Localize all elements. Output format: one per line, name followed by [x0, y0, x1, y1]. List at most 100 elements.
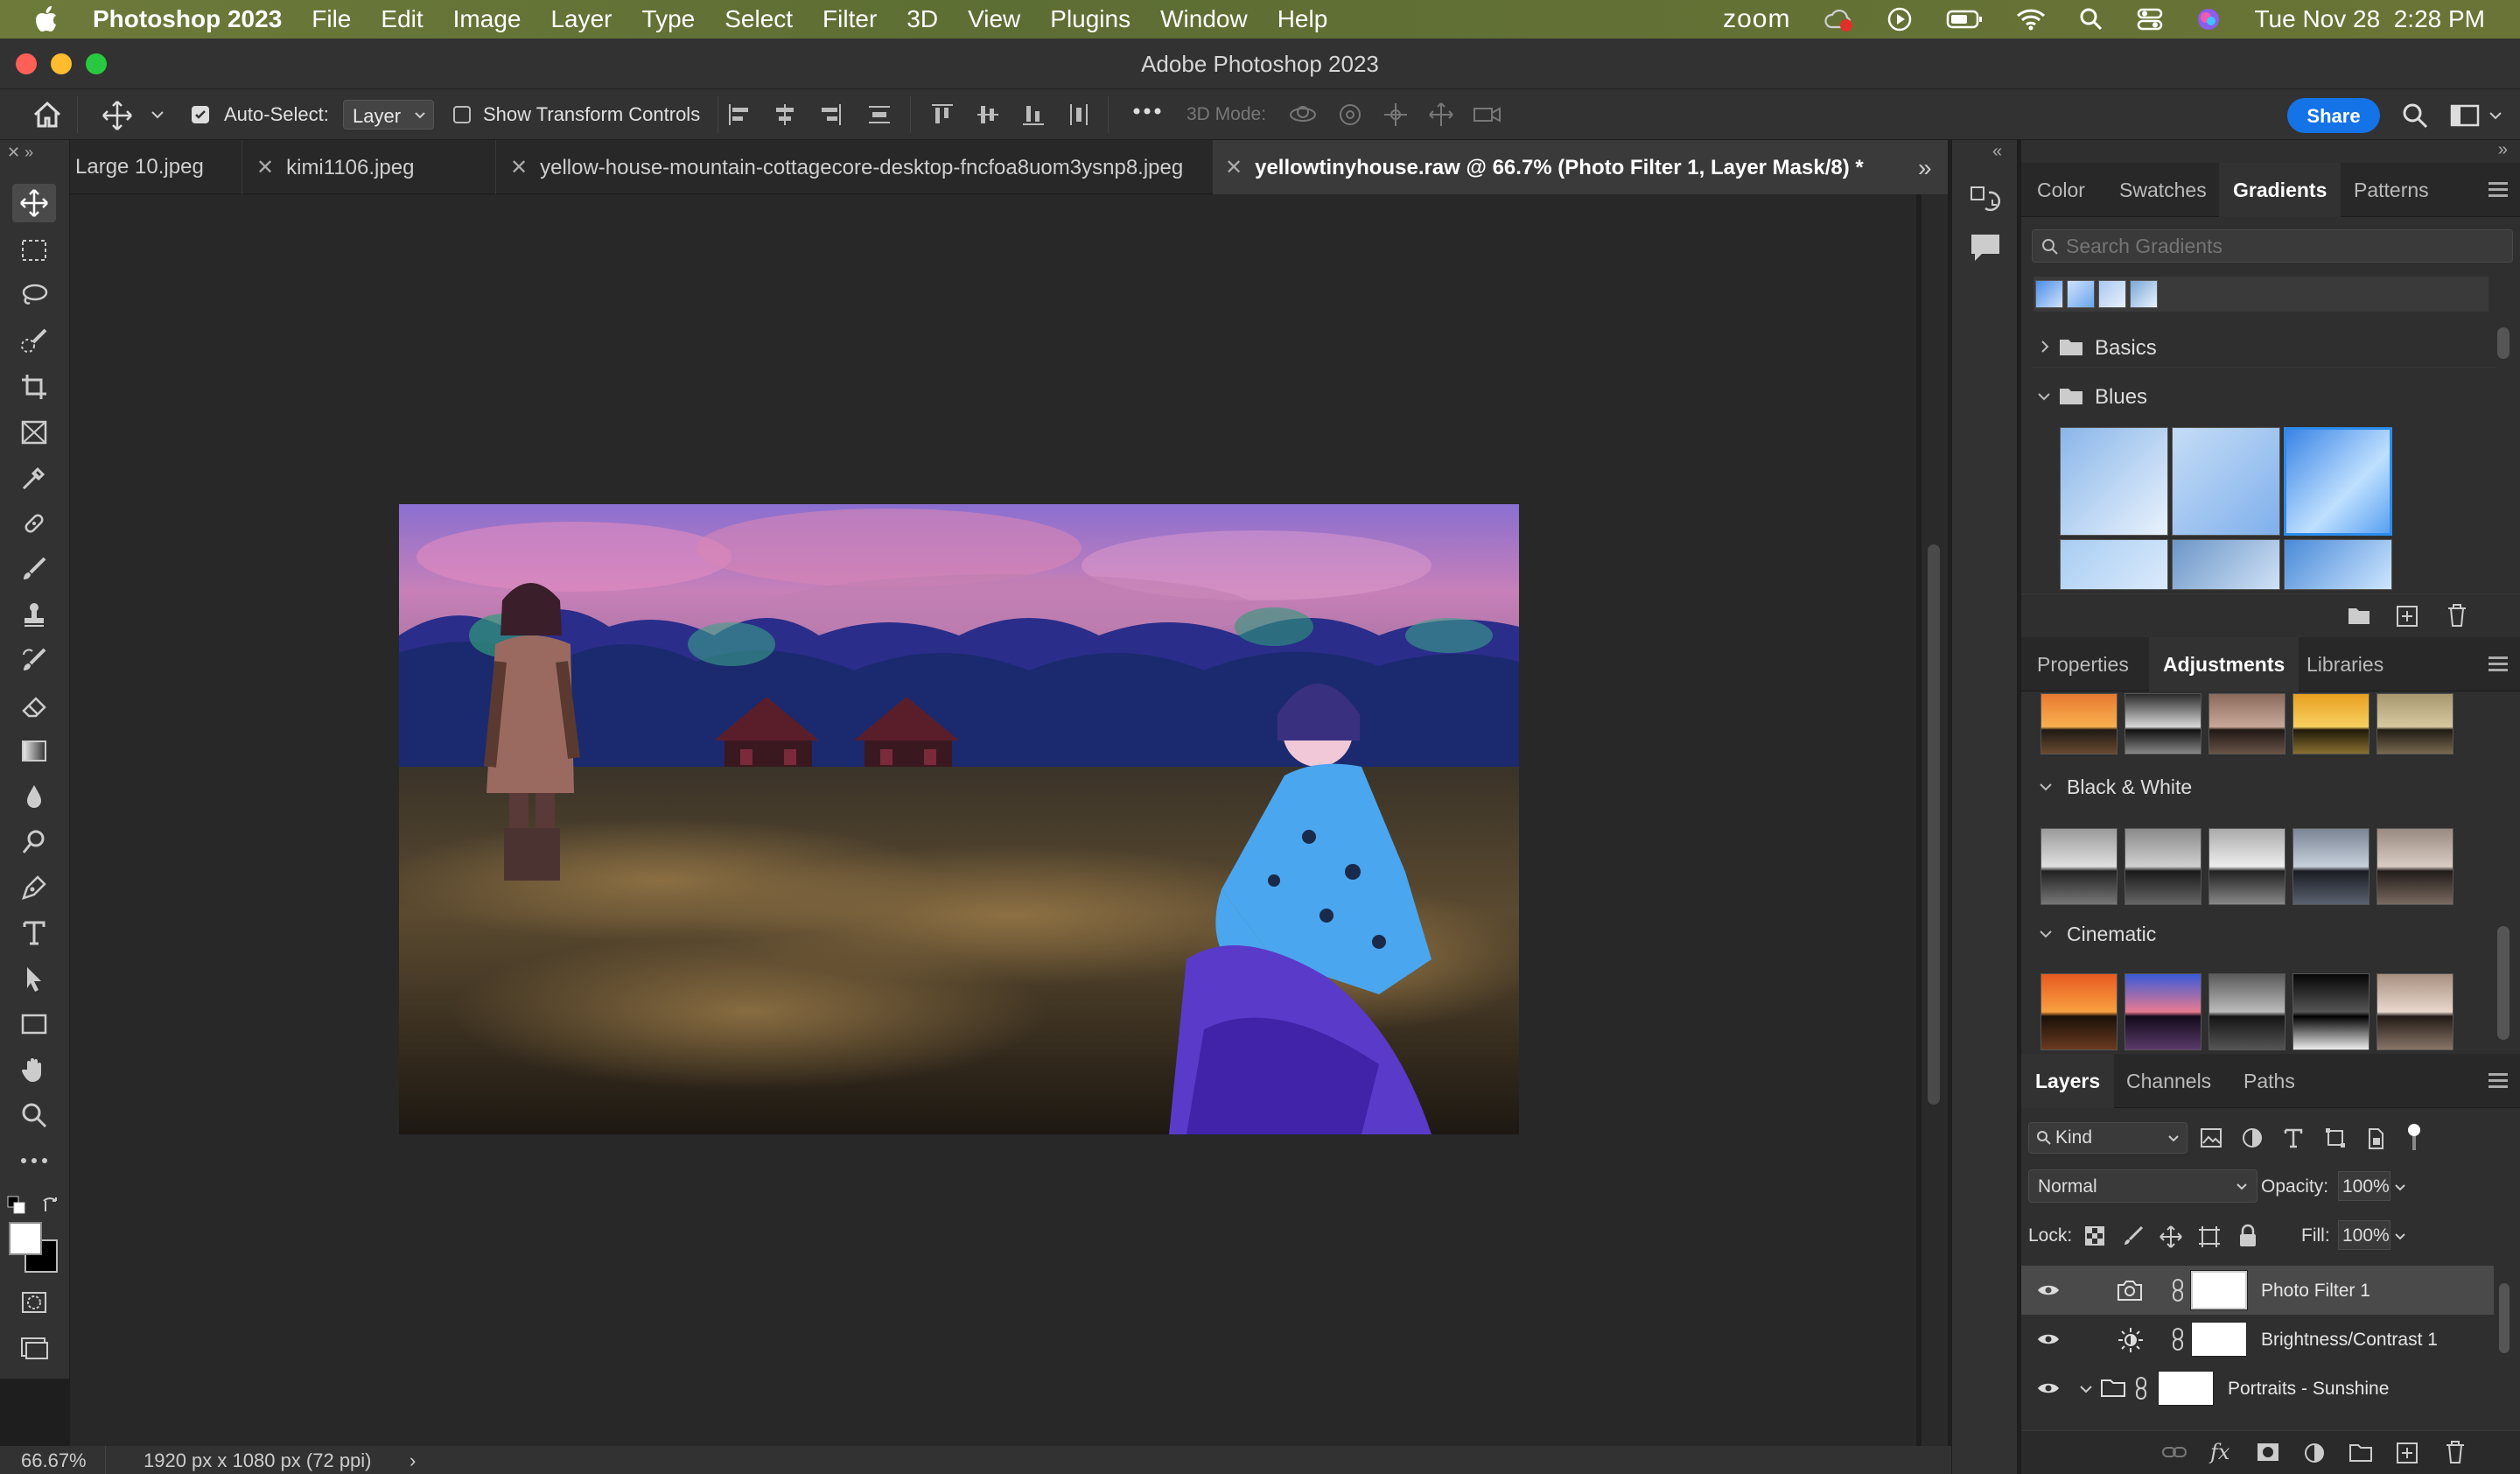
layer-mask-thumbnail[interactable] — [2158, 1371, 2214, 1406]
eyedropper-tool[interactable] — [12, 459, 56, 497]
opacity-field[interactable]: 100% — [2338, 1171, 2390, 1201]
clock-datetime[interactable]: Tue Nov 28 2:28 PM — [2254, 5, 2485, 33]
creative-cloud-icon[interactable] — [1824, 6, 1853, 32]
tab-gradients[interactable]: Gradients — [2219, 163, 2342, 217]
close-tab-icon[interactable]: ✕ — [1225, 156, 1242, 179]
zoom-tool[interactable] — [12, 1096, 56, 1134]
3d-camera-icon[interactable] — [1472, 103, 1503, 126]
apple-logo-icon[interactable] — [35, 6, 58, 32]
align-bottom-edges-icon[interactable] — [1020, 102, 1046, 128]
home-button[interactable] — [32, 100, 63, 130]
gradient-swatch-selected[interactable] — [2284, 427, 2392, 536]
tab-swatches[interactable]: Swatches — [2119, 163, 2207, 217]
menu-app-name[interactable]: Photoshop 2023 — [93, 5, 282, 33]
edit-toolbar-icon[interactable] — [12, 1141, 56, 1180]
play-icon[interactable] — [1886, 6, 1913, 32]
3d-slide-icon[interactable] — [1428, 102, 1454, 128]
layer-row-selected[interactable]: Photo Filter 1 — [2021, 1266, 2494, 1315]
gradient-group-basics[interactable]: Basics — [2032, 327, 2496, 368]
share-button[interactable]: Share — [2287, 98, 2380, 133]
path-selection-tool[interactable] — [12, 959, 56, 998]
menu-image[interactable]: Image — [453, 5, 522, 33]
tab-channels[interactable]: Channels — [2126, 1054, 2211, 1108]
new-gradient-icon[interactable] — [2396, 605, 2418, 628]
gradient-tool[interactable] — [12, 732, 56, 770]
foreground-color-swatch[interactable] — [9, 1222, 42, 1255]
eye-visibility-icon[interactable] — [2037, 1332, 2060, 1346]
eye-visibility-icon[interactable] — [2037, 1381, 2060, 1395]
crop-tool[interactable] — [12, 368, 56, 406]
tab-properties[interactable]: Properties — [2037, 637, 2129, 691]
lock-artboard-icon[interactable] — [2198, 1225, 2221, 1248]
close-tab-icon[interactable]: ✕ — [510, 156, 528, 179]
add-mask-icon[interactable] — [2256, 1442, 2280, 1463]
search-icon[interactable] — [2401, 102, 2429, 130]
document-tab[interactable]: Large 10.jpeg — [75, 140, 233, 194]
gradient-swatch[interactable] — [2284, 539, 2392, 590]
rectangle-tool[interactable] — [12, 1005, 56, 1043]
chevron-down-icon[interactable] — [150, 110, 164, 119]
gradient-swatch[interactable] — [2172, 539, 2280, 590]
trash-icon[interactable] — [2445, 1440, 2466, 1464]
link-layers-icon[interactable] — [2161, 1443, 2188, 1461]
menu-3d[interactable]: 3D — [906, 5, 938, 33]
adjustment-preset-thumbnail[interactable] — [2208, 693, 2286, 755]
auto-select-checkbox[interactable] — [192, 106, 209, 123]
layer-mask-thumbnail[interactable] — [2191, 1322, 2247, 1357]
frame-tool[interactable] — [12, 413, 56, 452]
filter-smart-objects-icon[interactable] — [2366, 1127, 2385, 1150]
filter-pixel-layers-icon[interactable] — [2200, 1127, 2222, 1148]
quick-selection-tool[interactable] — [12, 322, 56, 361]
move-tool[interactable] — [12, 184, 56, 222]
marquee-tool[interactable] — [12, 231, 56, 270]
adjustment-preset-thumbnail[interactable] — [2292, 828, 2370, 905]
adjustment-preset-thumbnail[interactable] — [2376, 828, 2454, 905]
collapse-dock-icon[interactable]: « — [1992, 142, 2002, 162]
adjustment-preset-thumbnail[interactable] — [2292, 693, 2370, 755]
adjustment-preset-thumbnail[interactable] — [2040, 973, 2118, 1050]
workspace-switcher-icon[interactable] — [2450, 103, 2504, 128]
collapse-panels-icon[interactable]: » — [2498, 140, 2508, 160]
chevron-down-icon[interactable] — [2394, 1232, 2406, 1241]
move-tool-preset-icon[interactable] — [102, 100, 133, 131]
link-chain-icon[interactable] — [2135, 1376, 2147, 1400]
more-options-icon[interactable] — [1132, 107, 1162, 116]
tab-adjustments[interactable]: Adjustments — [2149, 637, 2300, 691]
align-vertical-centers-icon[interactable] — [975, 102, 1001, 128]
status-menu-chevron-icon[interactable]: › — [410, 1449, 416, 1472]
menu-plugins[interactable]: Plugins — [1050, 5, 1130, 33]
gradient-swatch[interactable] — [2172, 427, 2280, 536]
panel-menu-icon[interactable] — [2488, 656, 2508, 675]
zoom-status-item[interactable]: zoom — [1723, 4, 1790, 34]
layer-group-row[interactable]: Portraits - Sunshine — [2021, 1364, 2494, 1413]
adjustment-preset-thumbnail[interactable] — [2040, 828, 2118, 905]
adjustment-preset-thumbnail[interactable] — [2292, 973, 2370, 1050]
menu-file[interactable]: File — [312, 5, 351, 33]
zoom-level[interactable]: 66.67% — [21, 1449, 87, 1472]
dodge-tool[interactable] — [12, 823, 56, 861]
gradient-group-blues[interactable]: Blues — [2032, 376, 2496, 417]
3d-orbit-icon[interactable] — [1288, 102, 1318, 128]
tab-layers[interactable]: Layers — [2021, 1054, 2115, 1108]
auto-select-dropdown[interactable]: Layer — [343, 100, 434, 130]
healing-brush-tool[interactable] — [12, 504, 56, 543]
default-colors-icon[interactable] — [7, 1196, 26, 1215]
filter-type-layers-icon[interactable] — [2284, 1127, 2303, 1148]
align-right-edges-icon[interactable] — [817, 102, 844, 128]
fx-layer-style-icon[interactable]: fx — [2210, 1440, 2230, 1464]
gradient-swatch[interactable] — [2060, 539, 2168, 590]
adjustment-preset-thumbnail[interactable] — [2040, 693, 2118, 755]
pen-tool[interactable] — [12, 868, 56, 907]
menu-edit[interactable]: Edit — [381, 5, 423, 33]
menu-type[interactable]: Type — [642, 5, 696, 33]
filter-toggle-switch[interactable] — [2408, 1124, 2420, 1152]
gradients-scrollbar[interactable] — [2497, 327, 2510, 359]
tabs-overflow-icon[interactable]: » — [1918, 154, 1932, 182]
document-tab-active[interactable]: ✕ yellowtinyhouse.raw @ 66.7% (Photo Filt… — [1213, 140, 1948, 194]
chevron-down-icon[interactable] — [2394, 1183, 2406, 1192]
align-horizontal-centers-icon[interactable] — [772, 102, 798, 128]
link-chain-icon[interactable] — [2172, 1278, 2184, 1302]
link-chain-icon[interactable] — [2172, 1327, 2184, 1351]
recent-gradient-swatch[interactable] — [2098, 280, 2126, 308]
tab-patterns[interactable]: Patterns — [2354, 163, 2429, 217]
